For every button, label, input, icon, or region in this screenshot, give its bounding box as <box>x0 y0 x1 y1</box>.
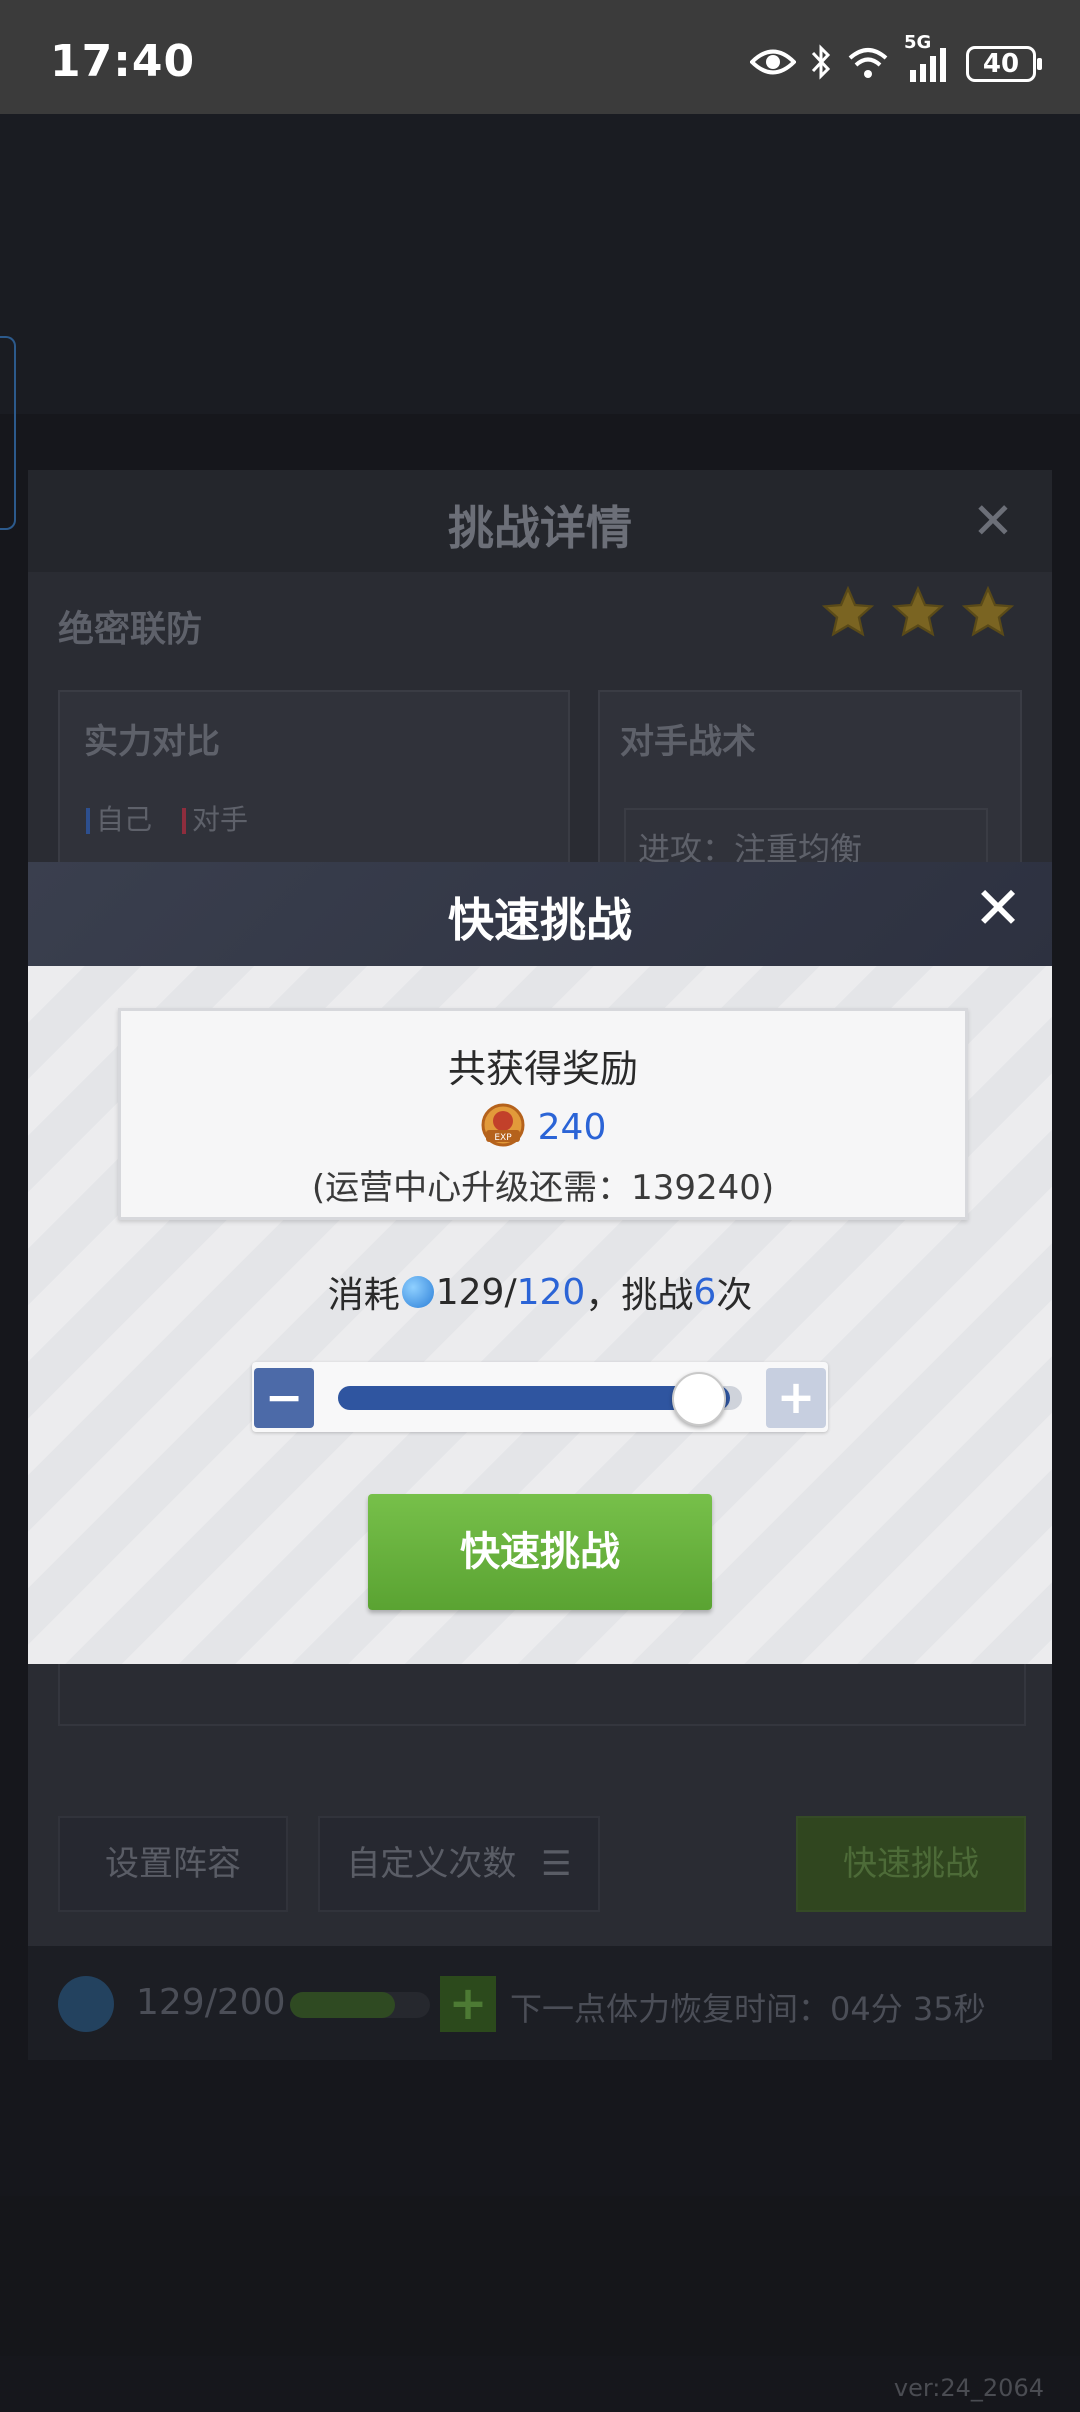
battery-icon: 40 <box>966 46 1042 82</box>
custom-count-label: 自定义次数 <box>346 1844 517 1884</box>
legend-opponent: 对手 <box>182 798 248 838</box>
close-icon[interactable]: ✕ <box>972 492 1014 550</box>
star-rating <box>820 584 1016 640</box>
tactics-attack: 进攻：注重均衡 <box>624 808 988 870</box>
bluetooth-icon <box>810 44 832 84</box>
consume-required: 120 <box>516 1271 586 1313</box>
eye-icon <box>749 47 797 81</box>
signal-icon: 5G <box>904 32 952 82</box>
stamina-value: 129/200 <box>136 1982 286 2023</box>
status-time: 17:40 <box>50 36 196 87</box>
svg-text:EXP: EXP <box>494 1133 512 1143</box>
quick-challenge-modal-title: 快速挑战 <box>448 893 632 947</box>
strength-legend: 自己 对手 <box>86 798 248 838</box>
challenge-detail-title: 挑战详情 <box>448 501 632 555</box>
status-icons: 5G 40 <box>749 32 1042 84</box>
challenge-times: 6 <box>693 1271 717 1313</box>
bg-quick-challenge-button[interactable]: 快速挑战 <box>796 1816 1026 1912</box>
energy-icon <box>401 1276 434 1308</box>
strength-title: 实力对比 <box>84 722 220 762</box>
wifi-icon <box>846 44 890 84</box>
version-label: ver:24_2064 <box>893 2374 1044 2402</box>
star-icon <box>891 585 945 637</box>
quick-challenge-confirm-button[interactable]: 快速挑战 <box>368 1494 712 1610</box>
stamina-progress <box>290 1992 430 2018</box>
reward-row: EXP 240 <box>118 1102 968 1152</box>
decrease-button[interactable]: − <box>254 1368 314 1428</box>
bg-header-strip <box>0 114 1080 414</box>
consume-mid: ，挑战 <box>585 1275 694 1316</box>
upgrade-note: (运营中心升级还需：139240) <box>311 1168 775 1208</box>
stage-name: 绝密联防 <box>58 609 203 650</box>
network-type: 5G <box>904 32 932 53</box>
star-icon <box>821 585 875 637</box>
stamina-progress-fill <box>290 1992 395 2018</box>
exp-badge-icon: EXP <box>480 1102 526 1152</box>
consume-current: 129/ <box>435 1271 517 1313</box>
tactics-title: 对手战术 <box>620 722 756 762</box>
stamina-icon <box>58 1976 114 2032</box>
bg-lower-box <box>58 1664 1026 1726</box>
menu-icon: ☰ <box>541 1844 572 1884</box>
count-slider-thumb[interactable] <box>672 1372 726 1426</box>
consume-info: 消耗 129/ 120 ，挑战 6 次 <box>0 1266 1080 1318</box>
bg-bottom-nav <box>0 2196 1080 2356</box>
increase-button[interactable]: + <box>766 1368 826 1428</box>
consume-prefix: 消耗 <box>327 1275 400 1316</box>
star-icon <box>961 585 1015 637</box>
add-stamina-button[interactable]: + <box>440 1976 496 2032</box>
battery-level: 40 <box>982 49 1020 79</box>
set-lineup-button[interactable]: 设置阵容 <box>58 1816 288 1912</box>
reward-value: 240 <box>537 1106 607 1148</box>
modal-close-icon[interactable]: ✕ <box>966 876 1030 940</box>
reward-title: 共获得奖励 <box>447 1047 638 1091</box>
stamina-recovery-text: 下一点体力恢复时间：04分 35秒 <box>510 1990 986 2028</box>
legend-self: 自己 <box>86 798 152 838</box>
consume-suffix: 次 <box>716 1275 753 1316</box>
custom-count-button[interactable]: 自定义次数 ☰ <box>318 1816 600 1912</box>
